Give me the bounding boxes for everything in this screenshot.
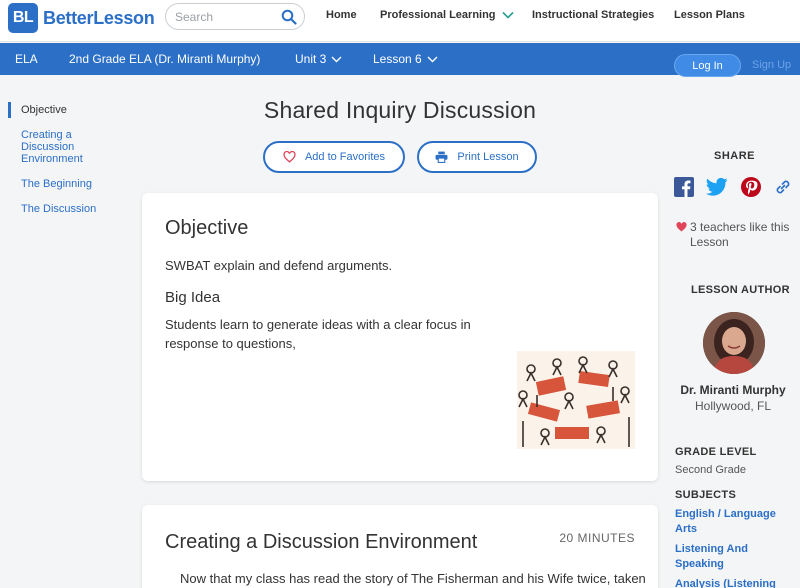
heart-icon [676, 222, 687, 232]
pinterest-icon[interactable] [741, 177, 761, 197]
toc-item-creating-discussion-environment[interactable]: Creating a Discussion Environment [8, 129, 118, 165]
nav-professional-learning-label: Professional Learning [380, 9, 496, 21]
toc-item-the-discussion[interactable]: The Discussion [8, 203, 118, 215]
objective-text: SWBAT explain and defend arguments. [165, 258, 393, 273]
chevron-down-icon [501, 11, 514, 19]
author-name[interactable]: Dr. Miranti Murphy [666, 383, 800, 397]
logo-badge: BL [8, 3, 38, 33]
nav-lesson-plans[interactable]: Lesson Plans [674, 9, 745, 21]
signup-link[interactable]: Sign Up [752, 59, 791, 71]
grade-level-value: Second Grade [675, 464, 746, 476]
breadcrumb-lesson-label: Lesson 6 [373, 52, 422, 66]
section-duration: 20 MINUTES [559, 531, 635, 545]
print-lesson-label: Print Lesson [457, 151, 519, 163]
breadcrumb-unit[interactable]: Unit 3 [295, 52, 342, 66]
big-idea-text: Students learn to generate ideas with a … [165, 317, 471, 351]
brand-logo[interactable]: BL BetterLesson [8, 3, 155, 33]
search-icon[interactable] [281, 9, 297, 25]
author-avatar[interactable] [703, 312, 765, 374]
author-location: Hollywood, FL [694, 399, 772, 413]
nav-instructional-strategies-label: Instructional Strategies [532, 9, 655, 21]
nav-home-label: Home [326, 9, 357, 21]
nav-home[interactable]: Home [326, 9, 357, 21]
section-heading: Creating a Discussion Environment [165, 531, 478, 553]
likes-text: 3 teachers like this Lesson [690, 220, 790, 249]
breadcrumb-subject[interactable]: ELA [15, 52, 38, 66]
likes-count: 3 teachers like this Lesson [676, 220, 800, 250]
big-idea-heading: Big Idea [165, 289, 221, 306]
add-to-favorites-label: Add to Favorites [304, 151, 386, 163]
classroom-discussion-illustration [517, 351, 635, 449]
subject-link[interactable]: Analysis (Listening And [675, 577, 797, 588]
add-to-favorites-button[interactable]: Add to Favorites [263, 141, 405, 173]
facebook-icon[interactable] [674, 177, 694, 197]
share-heading: SHARE [714, 150, 756, 162]
login-button[interactable]: Log In [674, 54, 741, 77]
subjects-heading: SUBJECTS [675, 489, 737, 501]
lesson-author-heading: LESSON AUTHOR [691, 284, 790, 296]
nav-instructional-strategies[interactable]: Instructional Strategies [532, 9, 654, 21]
breadcrumb-unit-label: Unit 3 [295, 52, 327, 66]
section-creating-discussion-environment: Creating a Discussion Environment 20 MIN… [142, 505, 658, 588]
toc-item-objective[interactable]: Objective [8, 102, 118, 118]
objective-heading: Objective [165, 217, 249, 239]
breadcrumb-subject-label: ELA [15, 52, 38, 66]
breadcrumb-course[interactable]: 2nd Grade ELA (Dr. Miranti Murphy) [69, 52, 260, 66]
toc-item-the-beginning[interactable]: The Beginning [8, 178, 118, 190]
page-title: Shared Inquiry Discussion [263, 97, 537, 123]
subject-link[interactable]: Listening And Speaking [675, 542, 797, 572]
chevron-down-icon [331, 56, 342, 62]
search-box [165, 3, 305, 30]
search-input[interactable] [175, 10, 280, 24]
subject-link[interactable]: English / Language Arts [675, 507, 797, 537]
table-of-contents: Objective Creating a Discussion Environm… [8, 102, 118, 228]
link-icon[interactable] [773, 177, 793, 197]
breadcrumb-lesson[interactable]: Lesson 6 [373, 52, 438, 66]
section-text: Now that my class has read the story of … [180, 571, 646, 586]
printer-icon [435, 151, 448, 163]
chevron-down-icon [427, 56, 438, 62]
nav-professional-learning[interactable]: Professional Learning [380, 9, 514, 21]
objective-card: Objective SWBAT explain and defend argum… [142, 193, 658, 481]
grade-level-heading: GRADE LEVEL [675, 446, 757, 458]
top-navbar: BL BetterLesson Home Professional Learni… [0, 0, 800, 42]
print-lesson-button[interactable]: Print Lesson [417, 141, 537, 173]
heart-outline-icon [283, 151, 296, 163]
twitter-icon[interactable] [706, 177, 728, 197]
breadcrumb-course-label: 2nd Grade ELA (Dr. Miranti Murphy) [69, 52, 261, 66]
nav-lesson-plans-label: Lesson Plans [674, 9, 745, 21]
logo-text: BetterLesson [43, 7, 155, 28]
